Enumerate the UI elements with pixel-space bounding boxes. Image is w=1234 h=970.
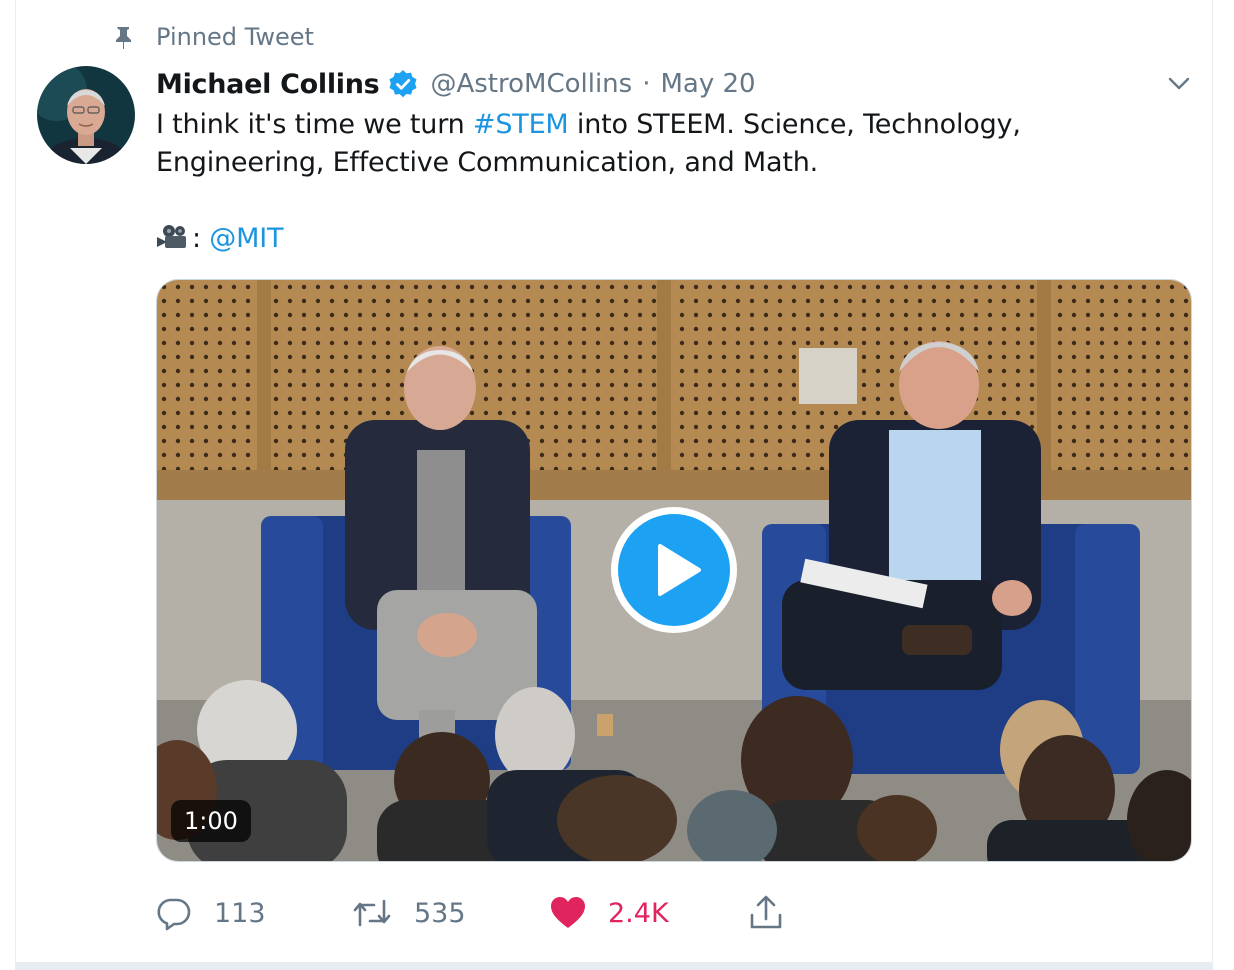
- timeline-divider: [15, 962, 1213, 970]
- reply-count: 113: [214, 897, 266, 929]
- tweet-date[interactable]: May 20: [660, 69, 755, 99]
- heart-icon: [551, 897, 585, 928]
- share-button[interactable]: [748, 890, 806, 936]
- chevron-down-icon[interactable]: [1166, 70, 1192, 96]
- author-handle[interactable]: @AstroMCollins: [430, 69, 632, 99]
- tweet-text-segment: I think it's time we turn: [156, 109, 473, 140]
- movie-camera-icon: [157, 225, 186, 248]
- retweet-count: 535: [414, 897, 466, 929]
- author-name[interactable]: Michael Collins: [156, 69, 380, 100]
- credit-separator: :: [192, 223, 201, 254]
- tweet-text: I think it's time we turn #STEM into STE…: [156, 106, 1156, 258]
- tweet-header: Michael Collins @AstroMCollins · May 20: [156, 64, 756, 104]
- like-count: 2.4K: [608, 897, 669, 929]
- avatar[interactable]: [37, 66, 135, 164]
- pin-icon: [110, 24, 136, 50]
- video-player[interactable]: 1:00: [156, 279, 1192, 862]
- header-separator: ·: [642, 69, 651, 99]
- retweet-button[interactable]: 535: [352, 890, 466, 936]
- tweet-text-line-2: Engineering, Effective Communication, an…: [156, 147, 819, 178]
- tweet-text-segment: into STEEM. Science, Technology,: [568, 109, 1021, 140]
- hashtag-link[interactable]: #STEM: [473, 109, 569, 140]
- tweet-actions: 113 535 2.4K: [156, 890, 856, 936]
- share-icon: [750, 895, 782, 929]
- pinned-indicator: Pinned Tweet: [110, 22, 314, 52]
- verified-badge-icon: [389, 70, 417, 98]
- tweet-text-line-1: I think it's time we turn #STEM into STE…: [156, 106, 1156, 144]
- pinned-label: Pinned Tweet: [156, 23, 314, 51]
- retweet-icon: [353, 899, 391, 927]
- reply-button[interactable]: 113: [156, 890, 266, 936]
- mention-link[interactable]: @MIT: [209, 223, 283, 254]
- video-duration-badge: 1:00: [171, 800, 251, 842]
- play-icon[interactable]: [608, 504, 740, 636]
- page: Pinned Tweet Michael Collins @AstroMColl…: [0, 0, 1234, 970]
- like-button[interactable]: 2.4K: [550, 890, 669, 936]
- reply-icon: [157, 898, 191, 931]
- tweet-credit-line: : @MIT: [156, 220, 1156, 258]
